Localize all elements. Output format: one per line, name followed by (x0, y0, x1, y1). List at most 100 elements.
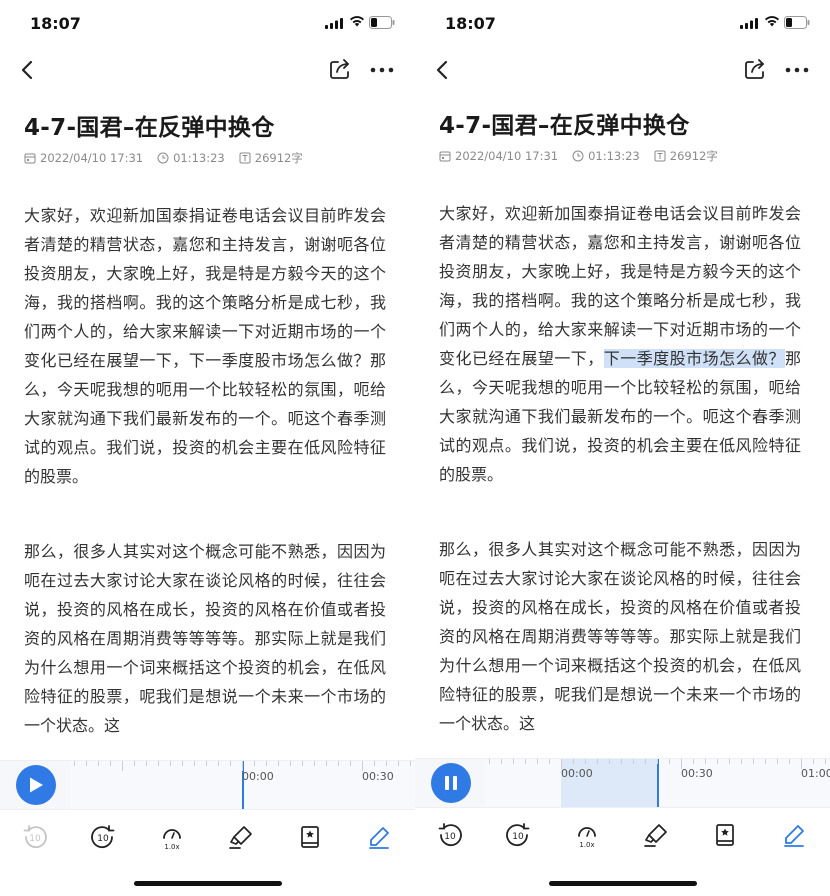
timeline-tick (645, 759, 646, 764)
timeline-tick (633, 759, 634, 764)
timeline-tick (681, 759, 682, 769)
timeline-track[interactable]: 00:00 00:30 01:00 (485, 759, 830, 807)
timeline-tick (825, 759, 826, 764)
timeline-tick (278, 761, 279, 766)
bookmark-icon[interactable] (295, 822, 325, 852)
timeline-tick (242, 761, 243, 771)
timeline-tick (501, 759, 502, 764)
timeline-tick (513, 759, 514, 764)
timeline-tick (561, 759, 562, 769)
forward-10-icon[interactable]: 10 (88, 822, 118, 852)
timeline-tick (326, 761, 327, 766)
timeline-tick (218, 761, 219, 766)
transcript-paragraph[interactable]: 那么，很多人其实对这个概念可能不熟悉，因因为呃在过去大家讨论大家在谈论风格的时候… (24, 537, 386, 740)
play-button[interactable] (16, 765, 56, 805)
current-sentence-highlight[interactable]: 下一季度股市场怎么做？ (603, 349, 785, 368)
timeline-tick (158, 761, 159, 766)
forward-10-icon[interactable]: 10 (503, 820, 533, 850)
timeline-tick (110, 761, 111, 766)
audio-player: 00:00 00:30 01:00 (415, 758, 830, 808)
timeline-tick (597, 759, 598, 764)
timeline-tick (705, 759, 706, 764)
timeline-label: 00:30 (362, 770, 394, 783)
edit-icon[interactable] (364, 822, 394, 852)
bookmark-icon[interactable] (710, 820, 740, 850)
timeline-tick (717, 759, 718, 764)
timeline-tick (729, 759, 730, 764)
edit-icon[interactable] (779, 820, 809, 850)
timeline-tick (573, 759, 574, 764)
speed-icon[interactable]: 1.0x (157, 822, 187, 852)
speed-label: 1.0x (579, 841, 594, 849)
timeline-tick (290, 761, 291, 766)
timeline-tick (122, 761, 123, 771)
timeline-tick (350, 761, 351, 766)
timeline-tick (74, 761, 75, 766)
play-icon (30, 777, 43, 793)
timeline-tick (146, 761, 147, 766)
timeline-tick (338, 761, 339, 766)
timeline-tick (266, 761, 267, 766)
timeline-tick (170, 761, 171, 766)
bottom-toolbar: 10 10 1.0x (0, 812, 415, 862)
timeline-tick (374, 761, 375, 766)
timeline-tick (525, 759, 526, 764)
timeline-tick (741, 759, 742, 764)
timeline-tick (765, 759, 766, 764)
forward-label: 10 (97, 834, 109, 844)
current-sentence[interactable]: 下一季度股市场怎么做？ (189, 351, 370, 370)
phone-screen-right: 18:07 4-7-国君–在反弹中换仓 2022/04/10 17:31 01:… (415, 0, 830, 896)
rewind-10-icon[interactable]: 10 (20, 822, 50, 852)
highlighter-icon[interactable] (226, 822, 256, 852)
timeline-tick (98, 761, 99, 766)
transcript-paragraph[interactable]: 大家好，欢迎新加国泰捐证卷电话会议目前昨发会者清楚的精营状态，嘉您和主持发言，谢… (439, 199, 801, 489)
timeline-tick (302, 761, 303, 766)
timeline-tick (489, 759, 490, 764)
transcript-paragraph[interactable]: 那么，很多人其实对这个概念可能不熟悉，因因为呃在过去大家讨论大家在谈论风格的时候… (439, 535, 801, 738)
pause-button[interactable] (431, 763, 471, 803)
rewind-10-icon[interactable]: 10 (435, 820, 465, 850)
timeline-tick (789, 759, 790, 764)
timeline-tick (398, 761, 399, 766)
transcript-body: 大家好，欢迎新加国泰捐证卷电话会议目前昨发会者清楚的精营状态，嘉您和主持发言，谢… (24, 0, 386, 760)
timeline-tick (537, 759, 538, 764)
timeline-tick (753, 759, 754, 764)
bottom-toolbar: 10 10 1.0x (415, 810, 830, 860)
phone-screen-left: 18:07 4-7-国君–在反弹中换仓 2022/04/10 17:31 01:… (0, 0, 415, 896)
home-indicator[interactable] (549, 881, 697, 886)
home-indicator[interactable] (134, 881, 282, 886)
transcript-paragraph[interactable]: 大家好，欢迎新加国泰捐证卷电话会议目前昨发会者清楚的精营状态，嘉您和主持发言，谢… (24, 201, 386, 491)
timeline-label: 00:00 (242, 770, 274, 783)
speed-icon[interactable]: 1.0x (572, 820, 602, 850)
timeline-tick (206, 761, 207, 766)
timeline-label: 01:00 (801, 767, 830, 780)
timeline-tick (410, 761, 411, 766)
timeline-tick (813, 759, 814, 764)
timeline-tick (585, 759, 586, 764)
timeline-tick (182, 761, 183, 766)
timeline-label: 00:00 (561, 767, 593, 780)
rewind-label: 10 (29, 834, 41, 844)
timeline-tick (362, 761, 363, 771)
timeline-tick (386, 761, 387, 766)
timeline-tick (801, 759, 802, 769)
timeline-tick (669, 759, 670, 764)
playhead[interactable] (657, 759, 659, 807)
timeline-tick (194, 761, 195, 766)
timeline-track[interactable]: 00:00 00:30 (70, 761, 415, 809)
timeline-tick (230, 761, 231, 766)
timeline-tick (657, 759, 658, 764)
timeline-tick (314, 761, 315, 766)
speed-label: 1.0x (164, 843, 179, 851)
pause-icon (445, 776, 457, 790)
audio-player: 00:00 00:30 (0, 760, 415, 810)
timeline-label: 00:30 (681, 767, 713, 780)
timeline-tick (549, 759, 550, 764)
highlighter-icon[interactable] (641, 820, 671, 850)
rewind-label: 10 (444, 832, 456, 842)
timeline-tick (693, 759, 694, 764)
timeline-tick (609, 759, 610, 764)
timeline-tick (621, 759, 622, 764)
forward-label: 10 (512, 832, 524, 842)
timeline-tick (134, 761, 135, 766)
